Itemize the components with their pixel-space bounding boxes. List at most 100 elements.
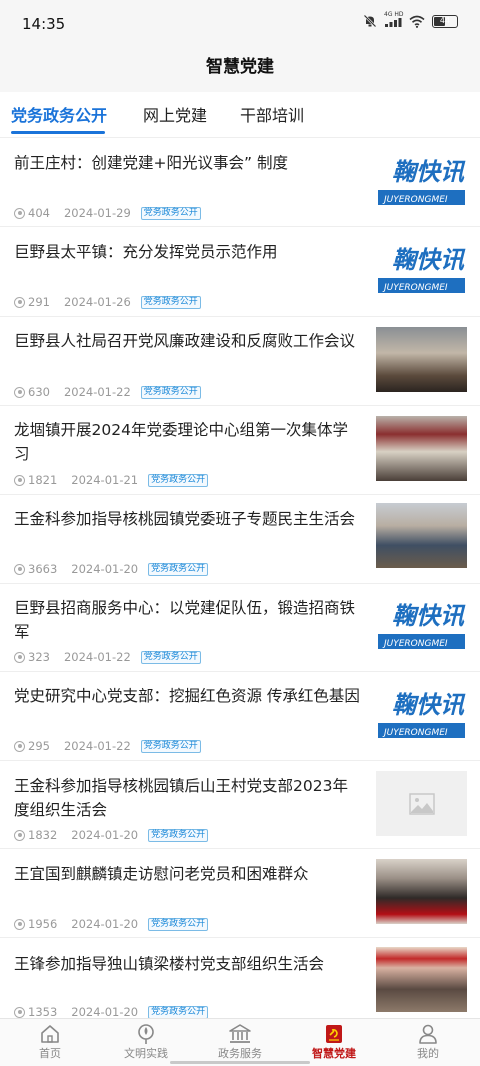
news-date: 2024-01-26	[63, 295, 131, 309]
views-icon	[14, 296, 25, 308]
news-item[interactable]: 巨野县太平镇：充分发挥党员示范作用 291 2024-01-26 党务政务公开 …	[0, 227, 480, 317]
news-tag: 党务政务公开	[148, 917, 209, 931]
nav-item-home[interactable]: 首页	[2, 1023, 98, 1062]
news-title: 前王庄村：创建党建+阳光议事会” 制度	[14, 154, 288, 172]
news-date: 2024-01-21	[71, 473, 139, 487]
logo-text: 鞠快讯	[392, 601, 466, 630]
news-item[interactable]: 王金科参加指导核桃园镇后山王村党支部2023年度组织生活会 1832 2024-…	[0, 761, 480, 849]
news-meta: 323 2024-01-22 党务政务公开	[14, 650, 201, 664]
logo-text: 鞠快讯	[392, 245, 466, 274]
news-tag: 党务政务公开	[140, 385, 201, 399]
news-thumbnail-photo	[376, 327, 467, 392]
government-icon	[229, 1024, 251, 1043]
news-tag: 党务政务公开	[148, 828, 209, 842]
news-views: 291	[28, 295, 50, 309]
news-item[interactable]: 党史研究中心党支部：挖掘红色资源 传承红色基因 295 2024-01-22 党…	[0, 672, 480, 761]
signal-icon: 4G HD	[384, 11, 404, 28]
news-item[interactable]: 巨野县招商服务中心：以党建促队伍，锻造招商铁军 323 2024-01-22 党…	[0, 584, 480, 672]
news-meta: 630 2024-01-22 党务政务公开	[14, 385, 201, 399]
battery-icon: 44	[432, 14, 458, 28]
news-views: 323	[28, 650, 50, 664]
news-title: 王金科参加指导核桃园镇后山王村党支部2023年度组织生活会	[14, 777, 348, 819]
news-title: 巨野县人社局召开党风廉政建设和反腐败工作会议	[14, 332, 356, 350]
news-tag: 党务政务公开	[140, 650, 201, 664]
nav-item-civilization[interactable]: 文明实践	[98, 1023, 194, 1062]
tab-online-party-building[interactable]: 网上党建	[143, 102, 207, 126]
news-title: 王金科参加指导核桃园镇党委班子专题民主生活会	[14, 510, 356, 528]
news-meta: 1832 2024-01-20 党务政务公开	[14, 828, 209, 842]
nav-label: 智慧党建	[312, 1047, 356, 1060]
news-date: 2024-01-20	[71, 917, 139, 931]
news-date: 2024-01-22	[63, 650, 131, 664]
news-views: 404	[28, 206, 50, 220]
logo-text: 鞠快讯	[392, 157, 466, 186]
news-date: 2024-01-20	[71, 562, 139, 576]
news-item[interactable]: 巨野县人社局召开党风廉政建设和反腐败工作会议 630 2024-01-22 党务…	[0, 317, 480, 406]
news-tag: 党务政务公开	[140, 295, 201, 309]
news-tag: 党务政务公开	[148, 473, 209, 487]
news-item[interactable]: 王金科参加指导核桃园镇党委班子专题民主生活会 3663 2024-01-20 党…	[0, 495, 480, 584]
battery-level: 44	[439, 15, 451, 25]
news-title: 王宜国到麒麟镇走访慰问老党员和困难群众	[14, 865, 309, 883]
news-thumbnail-logo: 鞠快讯 JUYERONGMEI	[376, 238, 467, 303]
party-building-icon	[326, 1025, 342, 1043]
news-title: 王锋参加指导独山镇梁楼村党支部组织生活会	[14, 955, 325, 973]
views-icon	[14, 207, 25, 219]
page-title: 智慧党建	[206, 57, 274, 77]
logo-subtext: JUYERONGMEI	[382, 283, 448, 293]
news-title: 巨野县太平镇：充分发挥党员示范作用	[14, 243, 278, 261]
news-meta: 1956 2024-01-20 党务政务公开	[14, 917, 209, 931]
news-title: 巨野县招商服务中心：以党建促队伍，锻造招商铁军	[14, 599, 356, 641]
news-views: 1353	[28, 1005, 58, 1018]
news-views: 1956	[28, 917, 58, 931]
views-icon	[14, 829, 25, 841]
nav-label: 我的	[417, 1047, 439, 1060]
views-icon	[14, 1006, 25, 1018]
news-title: 党史研究中心党支部：挖掘红色资源 传承红色基因	[14, 687, 360, 705]
status-bar: 14:35 4G HD 44	[0, 0, 480, 50]
news-date: 2024-01-20	[71, 1005, 139, 1018]
news-thumbnail-logo: 鞠快讯 JUYERONGMEI	[376, 683, 467, 748]
news-thumbnail-photo	[376, 859, 467, 924]
nav-item-profile[interactable]: 我的	[380, 1023, 476, 1062]
image-placeholder-icon	[408, 792, 435, 815]
news-thumbnail-logo: 鞠快讯 JUYERONGMEI	[376, 594, 467, 659]
views-icon	[14, 740, 25, 752]
bottom-nav: 首页 文明实践 政务服务 智慧党建 我的	[0, 1018, 480, 1066]
wifi-icon	[409, 15, 425, 28]
news-title: 龙堌镇开展2024年党委理论中心组第一次集体学习	[14, 421, 348, 463]
news-list: 前王庄村：创建党建+阳光议事会” 制度 404 2024-01-29 党务政务公…	[0, 138, 480, 1018]
civilization-icon	[138, 1024, 154, 1044]
news-item[interactable]: 王宜国到麒麟镇走访慰问老党员和困难群众 1956 2024-01-20 党务政务…	[0, 849, 480, 938]
home-icon	[41, 1025, 59, 1043]
news-thumbnail-placeholder	[376, 771, 467, 836]
profile-icon	[419, 1024, 437, 1044]
status-time: 14:35	[22, 15, 66, 33]
logo-subtext: JUYERONGMEI	[382, 639, 448, 649]
views-icon	[14, 651, 25, 663]
mute-bell-icon	[363, 14, 377, 28]
nav-item-party-building[interactable]: 智慧党建	[286, 1023, 382, 1062]
news-item[interactable]: 龙堌镇开展2024年党委理论中心组第一次集体学习 1821 2024-01-21…	[0, 406, 480, 495]
news-item[interactable]: 前王庄村：创建党建+阳光议事会” 制度 404 2024-01-29 党务政务公…	[0, 138, 480, 227]
home-indicator	[170, 1061, 310, 1064]
news-date: 2024-01-29	[63, 206, 131, 220]
news-meta: 1353 2024-01-20 党务政务公开	[14, 1005, 209, 1018]
news-date: 2024-01-22	[63, 739, 131, 753]
news-meta: 404 2024-01-29 党务政务公开	[14, 206, 201, 220]
news-item[interactable]: 王锋参加指导独山镇梁楼村党支部组织生活会 1353 2024-01-20 党务政…	[0, 938, 480, 1018]
news-meta: 1821 2024-01-21 党务政务公开	[14, 473, 209, 487]
news-thumbnail-photo	[376, 947, 467, 1012]
nav-label: 首页	[39, 1047, 61, 1060]
nav-item-government-services[interactable]: 政务服务	[192, 1023, 288, 1062]
news-views: 295	[28, 739, 50, 753]
news-meta: 3663 2024-01-20 党务政务公开	[14, 562, 209, 576]
nav-label: 政务服务	[218, 1047, 262, 1060]
status-icons: 4G HD 44	[363, 11, 458, 28]
views-icon	[14, 918, 25, 930]
news-tag: 党务政务公开	[140, 739, 201, 753]
news-thumbnail-photo	[376, 503, 467, 568]
tab-party-affairs-disclosure[interactable]: 党务政务公开	[11, 102, 107, 126]
news-tag: 党务政务公开	[148, 1005, 209, 1018]
tab-cadre-training[interactable]: 干部培训	[240, 102, 304, 126]
